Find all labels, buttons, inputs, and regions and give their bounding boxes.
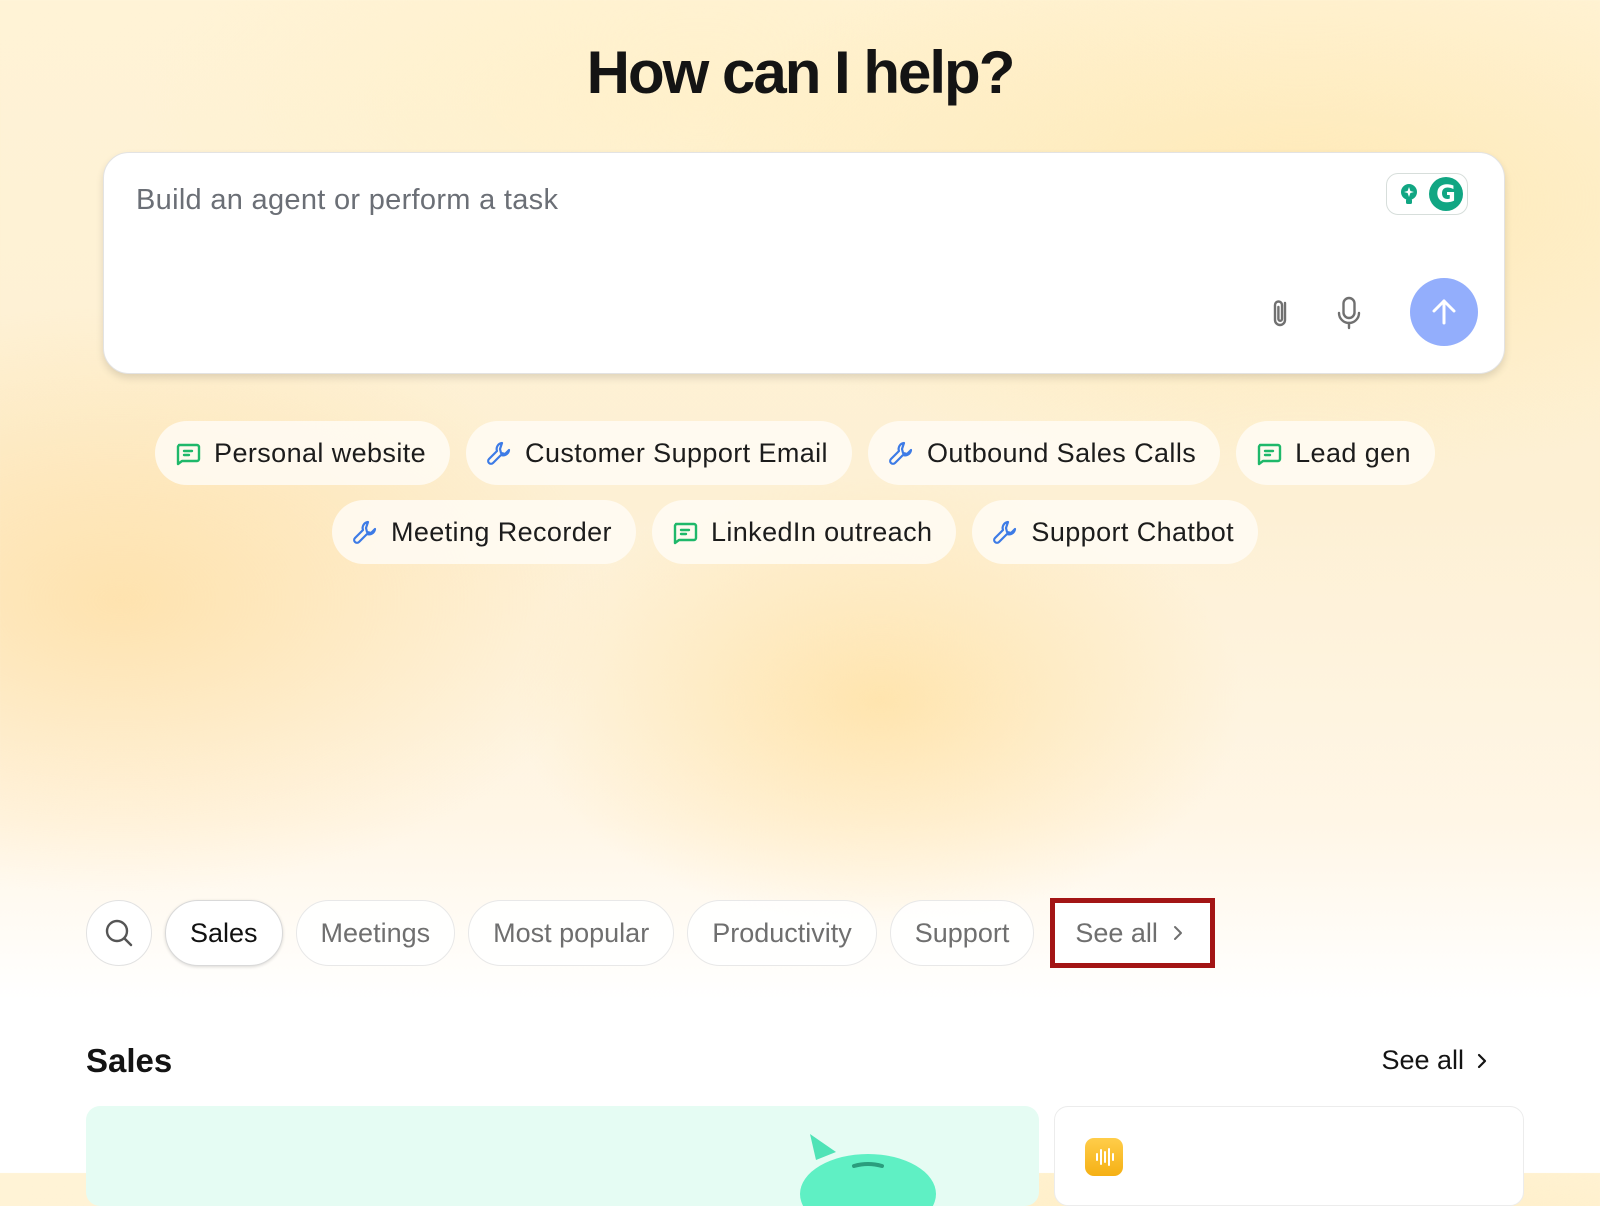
- chevron-right-icon: [1173, 926, 1182, 940]
- suggestion-label: Meeting Recorder: [390, 516, 612, 547]
- section-see-all-link[interactable]: See all: [1381, 1045, 1488, 1076]
- wrench-icon: [993, 520, 1017, 544]
- suggestion-chip-support-chatbot[interactable]: Support Chatbot: [972, 500, 1259, 564]
- suggestion-label: LinkedIn outreach: [710, 516, 933, 547]
- prompt-card: G: [103, 152, 1505, 374]
- section-see-all-label: See all: [1381, 1045, 1464, 1075]
- suggestion-label: Personal website: [214, 437, 427, 468]
- filter-chip-sales[interactable]: Sales: [165, 900, 283, 966]
- category-filter-bar: Sales Meetings Most popular Productivity…: [86, 898, 1215, 968]
- filter-chip-support[interactable]: Support: [889, 900, 1035, 966]
- grammarly-widget[interactable]: G: [1386, 173, 1468, 215]
- suggestion-label: Support Chatbot: [1031, 516, 1235, 547]
- attach-button[interactable]: [1262, 293, 1302, 333]
- filter-chip-most-popular[interactable]: Most popular: [468, 900, 675, 966]
- chat-icon: [673, 522, 698, 545]
- wrench-icon: [889, 441, 913, 465]
- section-title: Sales: [86, 1042, 173, 1079]
- filter-chip-productivity[interactable]: Productivity: [687, 900, 877, 966]
- prompt-input[interactable]: [134, 183, 1288, 218]
- paperclip-icon: [1273, 300, 1287, 327]
- chat-icon: [1257, 443, 1282, 466]
- suggestion-chip-meeting-recorder[interactable]: Meeting Recorder: [331, 500, 636, 564]
- suggestion-label: Lead gen: [1295, 437, 1411, 468]
- grammarly-icon: G: [1429, 177, 1463, 211]
- microphone-icon: [1337, 296, 1361, 330]
- suggestion-row-2: Meeting Recorder LinkedIn outreach Suppo…: [0, 500, 1595, 564]
- suggestion-chip-lead-gen[interactable]: Lead gen: [1236, 421, 1435, 485]
- featured-template-card[interactable]: [86, 1106, 1039, 1206]
- suggestion-row-1: Personal website Customer Support Email …: [0, 421, 1595, 485]
- suggestion-chip-outbound-sales-calls[interactable]: Outbound Sales Calls: [867, 421, 1221, 485]
- piggy-bank-icon: [800, 1134, 936, 1206]
- lightbulb-icon: [1401, 184, 1417, 204]
- arrow-up-icon: [1432, 299, 1456, 325]
- template-card[interactable]: [1054, 1106, 1524, 1206]
- page-headline: How can I help?: [586, 39, 1016, 106]
- filter-search-button[interactable]: [86, 900, 152, 966]
- chevron-right-icon: [1477, 1053, 1487, 1068]
- wrench-icon: [487, 441, 511, 465]
- suggestion-label: Customer Support Email: [525, 437, 828, 468]
- chat-icon: [176, 443, 201, 466]
- wrench-icon: [353, 520, 377, 544]
- search-icon: [105, 919, 133, 947]
- filter-see-all-label: See all: [1075, 917, 1158, 948]
- suggestion-label: Outbound Sales Calls: [926, 437, 1197, 468]
- audio-waveform-icon: [1085, 1138, 1123, 1176]
- suggestion-chip-customer-support-email[interactable]: Customer Support Email: [466, 421, 852, 485]
- suggestion-chip-personal-website[interactable]: Personal website: [155, 421, 451, 485]
- microphone-button[interactable]: [1329, 293, 1369, 333]
- send-button[interactable]: [1410, 278, 1478, 346]
- filter-see-all-button[interactable]: See all: [1050, 898, 1215, 968]
- suggestion-chip-linkedin-outreach[interactable]: LinkedIn outreach: [651, 500, 957, 564]
- filter-chip-meetings[interactable]: Meetings: [295, 900, 456, 966]
